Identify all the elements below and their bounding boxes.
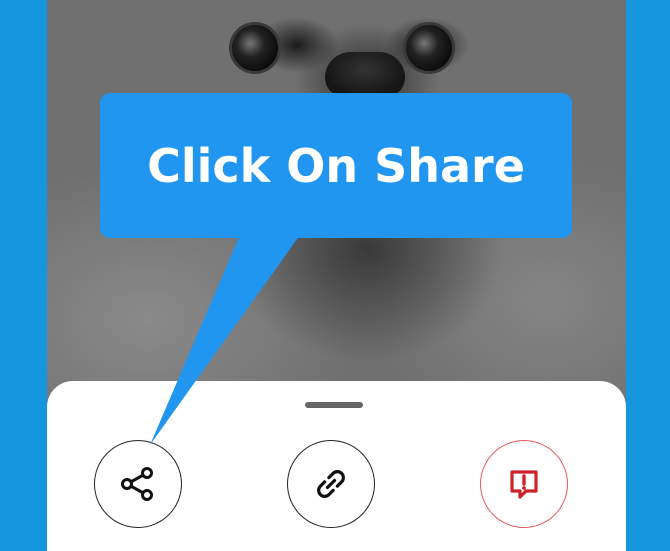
tooltip-pointer	[150, 235, 300, 445]
tooltip-text: Click On Share	[147, 138, 525, 193]
tutorial-tooltip: Click On Share	[100, 93, 572, 238]
